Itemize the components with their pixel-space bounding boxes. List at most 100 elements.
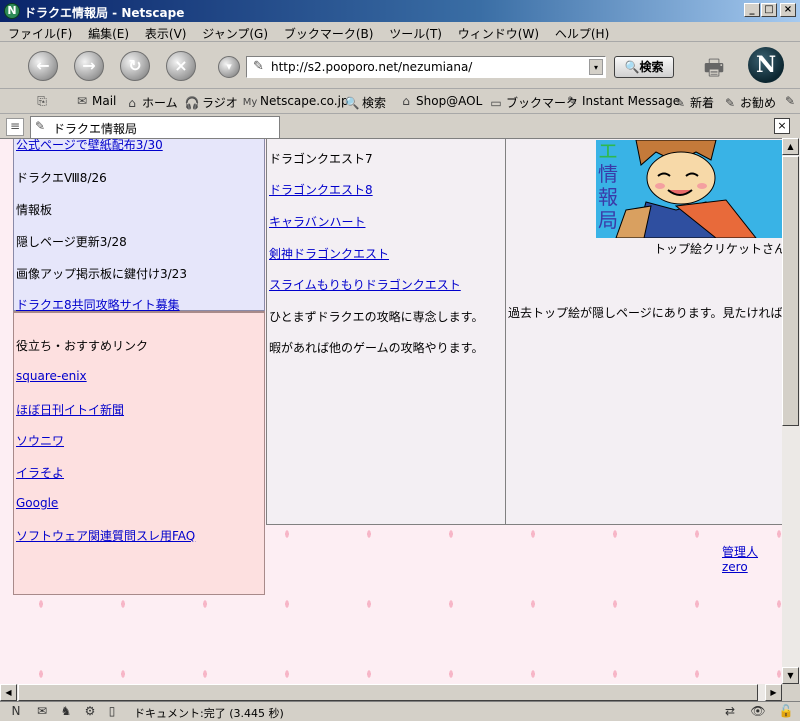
back-button[interactable]: ← bbox=[28, 51, 58, 81]
bookmark-overflow[interactable]: ✎ bbox=[782, 94, 800, 108]
news-link-wallpaper[interactable]: 公式ページで壁紙配布3/30 bbox=[16, 139, 163, 153]
game-link-kenshin[interactable]: 剣神ドラゴンクエスト bbox=[269, 245, 389, 262]
address-book-icon[interactable]: ▯ bbox=[104, 704, 120, 718]
menu-view[interactable]: 表示(V) bbox=[145, 22, 187, 42]
window-title: ドラクエ情報局 - Netscape bbox=[24, 6, 185, 20]
bookmark-page-icon: ✎ bbox=[724, 96, 736, 110]
bookmark-radio[interactable]: 🎧 ラジオ bbox=[184, 94, 238, 111]
scroll-right-icon[interactable]: ▶ bbox=[765, 684, 782, 701]
news-item: 隠しページ更新3/28 bbox=[16, 235, 127, 249]
scroll-left-icon[interactable]: ◀ bbox=[0, 684, 17, 701]
privacy-icon[interactable]: 👁 bbox=[750, 704, 766, 718]
news-item: ドラクエⅧ8/26 bbox=[16, 171, 107, 185]
sidebar-icon: ⎘ bbox=[37, 94, 47, 108]
netscape-app-icon[interactable]: N bbox=[4, 3, 20, 19]
links-heading: 役立ち・おすすめリンク bbox=[16, 339, 149, 353]
horizontal-scrollbar[interactable]: ◀ ▶ bbox=[0, 684, 782, 701]
page-icon: ✎ bbox=[35, 119, 46, 133]
sidebar-toggle-item[interactable]: ⎘ bbox=[34, 94, 52, 109]
online-status-icon: ⇄ bbox=[724, 704, 736, 718]
link-square-enix[interactable]: square-enix bbox=[16, 369, 87, 383]
tab-active[interactable]: ✎ ドラクエ情報局 bbox=[30, 116, 280, 138]
navigation-toolbar: ← → ↻ × ▾ ✎ http://s2.pooporo.net/nezumi… bbox=[0, 43, 800, 89]
menu-file[interactable]: ファイル(F) bbox=[8, 22, 72, 42]
horizontal-scroll-thumb[interactable] bbox=[18, 684, 758, 701]
bookmark-label: 検索 bbox=[362, 96, 387, 110]
my-netscape-icon: My bbox=[242, 97, 258, 108]
news-item: 画像アップ掲示板に鍵付け3/23 bbox=[16, 267, 187, 281]
menu-go[interactable]: ジャンプ(G) bbox=[202, 22, 268, 42]
folder-icon: ▭ bbox=[490, 96, 502, 110]
page-content: 公式ページで壁紙配布3/30 ドラクエⅧ8/26 情報板 隠しページ更新3/28… bbox=[0, 138, 782, 684]
bookmark-mail[interactable]: ✉ Mail bbox=[74, 94, 116, 108]
security-lock-icon[interactable]: 🔓 bbox=[778, 704, 794, 718]
bookmark-home[interactable]: ⌂ ホーム bbox=[124, 94, 177, 111]
note-text: ひとまずドラクエの攻略に専念します。 bbox=[269, 310, 484, 324]
news-panel: 公式ページで壁紙配布3/30 ドラクエⅧ8/26 情報板 隠しページ更新3/28… bbox=[13, 139, 265, 312]
scroll-down-icon[interactable]: ▼ bbox=[782, 667, 799, 684]
print-icon[interactable]: 🖶 bbox=[698, 51, 730, 81]
close-button[interactable]: × bbox=[780, 3, 796, 17]
link-google[interactable]: Google bbox=[16, 496, 58, 510]
news-item: 情報板 bbox=[16, 203, 53, 217]
bookmark-label: お勧め bbox=[740, 96, 777, 110]
netscape-logo-icon[interactable]: N bbox=[748, 47, 784, 83]
status-bar: N ✉ ♞ ⚙ ▯ ドキュメント:完了 (3.445 秒) ⇄ 👁 🔓 bbox=[0, 701, 800, 720]
link-software-faq[interactable]: ソフトウェア関連質問スレ用FAQ bbox=[16, 527, 195, 544]
right-column: エ 情 報 局 トップ絵クリケットさん作 過去トップ絵が隠しページにあります。見… bbox=[505, 139, 782, 525]
forward-button[interactable]: → bbox=[74, 51, 104, 81]
title-bar: N ドラクエ情報局 - Netscape _ □ × bbox=[0, 0, 800, 22]
composer-icon[interactable]: ⚙ bbox=[82, 704, 98, 718]
menu-tools[interactable]: ツール(T) bbox=[389, 22, 442, 42]
bookmark-page-icon: ✎ bbox=[674, 96, 686, 110]
menu-window[interactable]: ウィンドウ(W) bbox=[458, 22, 539, 42]
navigator-icon[interactable]: N bbox=[8, 704, 24, 718]
menu-bookmarks[interactable]: ブックマーク(B) bbox=[284, 22, 374, 42]
url-field[interactable]: ✎ http://s2.pooporo.net/nezumiana/ ▾ bbox=[246, 56, 606, 78]
url-dropdown-icon[interactable]: ▾ bbox=[589, 59, 603, 75]
shop-icon: ⌂ bbox=[402, 94, 410, 108]
forward-arrow-icon: → bbox=[82, 56, 96, 75]
admin-link[interactable]: 管理人zero bbox=[722, 543, 782, 574]
top-illustration[interactable]: エ 情 報 局 bbox=[596, 140, 782, 238]
history-dropdown-button[interactable]: ▾ bbox=[218, 56, 240, 78]
menu-help[interactable]: ヘルプ(H) bbox=[555, 22, 609, 42]
stop-button[interactable]: × bbox=[166, 51, 196, 81]
url-text[interactable]: http://s2.pooporo.net/nezumiana/ bbox=[271, 60, 472, 74]
scroll-up-icon[interactable]: ▲ bbox=[782, 138, 799, 155]
vertical-scroll-thumb[interactable] bbox=[782, 156, 799, 426]
chevron-down-icon: ▾ bbox=[226, 60, 232, 73]
bookmark-label: Shop@AOL bbox=[416, 94, 483, 108]
reload-button[interactable]: ↻ bbox=[120, 51, 150, 81]
menu-bar: ファイル(F) 編集(E) 表示(V) ジャンプ(G) ブックマーク(B) ツー… bbox=[0, 22, 800, 42]
sidebar-tab-icon[interactable]: ≡ bbox=[6, 118, 24, 136]
past-illustration-note: 過去トップ絵が隠しページにあります。見たければ探 bbox=[508, 306, 782, 320]
search-icon: 🔍 bbox=[344, 96, 360, 110]
close-tab-icon[interactable]: × bbox=[774, 118, 790, 134]
bookmark-shop[interactable]: ⌂ Shop@AOL bbox=[398, 94, 482, 108]
minimize-button[interactable]: _ bbox=[744, 3, 760, 17]
aim-icon[interactable]: ♞ bbox=[58, 704, 74, 718]
game-link-slime-morimori[interactable]: スライムもりもりドラゴンクエスト bbox=[269, 276, 461, 293]
back-arrow-icon: ← bbox=[36, 56, 50, 75]
bookmark-page-icon: ✎ bbox=[566, 94, 578, 108]
page-icon: ✎ bbox=[253, 59, 264, 74]
link-hobonichi[interactable]: ほぼ日刊イトイ新聞 bbox=[16, 401, 124, 418]
game-link-caravan-heart[interactable]: キャラバンハート bbox=[269, 213, 365, 230]
maximize-button[interactable]: □ bbox=[761, 3, 777, 17]
bookmark-recommended[interactable]: ✎ お勧め bbox=[722, 94, 776, 111]
personal-toolbar: ⎘ ✉ Mail ⌂ ホーム 🎧 ラジオ My Netscape.co.jp 🔍 検索 ⌂… bbox=[0, 90, 800, 114]
bookmark-label: 新着 bbox=[690, 96, 715, 110]
search-button[interactable]: 🔍検索 bbox=[614, 56, 674, 78]
bookmark-instant-message[interactable]: ✎ Instant Message bbox=[564, 94, 680, 108]
game-link-dq8[interactable]: ドラゴンクエスト8 bbox=[269, 181, 373, 198]
bookmark-new[interactable]: ✎ 新着 bbox=[672, 94, 714, 111]
mail-icon[interactable]: ✉ bbox=[34, 704, 50, 718]
link-irasoyo[interactable]: イラそよ bbox=[16, 464, 64, 481]
menu-edit[interactable]: 編集(E) bbox=[88, 22, 129, 42]
link-souniwa[interactable]: ソウニワ bbox=[16, 432, 64, 449]
bookmark-search[interactable]: 🔍 検索 bbox=[344, 94, 387, 111]
bookmark-netscape[interactable]: My Netscape.co.jp bbox=[242, 94, 349, 108]
vertical-scrollbar[interactable]: ▲ ▼ bbox=[782, 138, 800, 684]
illustration-credit: トップ絵クリケットさん作 bbox=[654, 242, 782, 256]
